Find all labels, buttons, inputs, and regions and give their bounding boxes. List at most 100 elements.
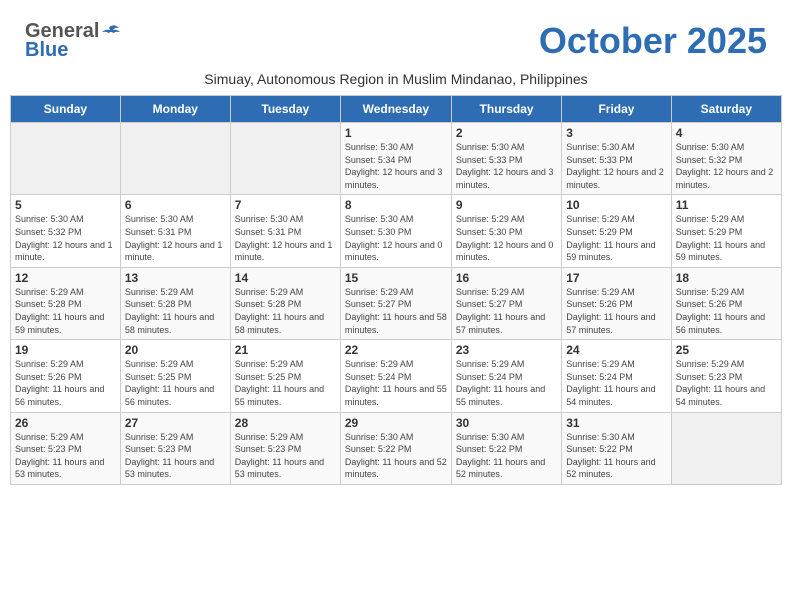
day-number: 30 [456,416,557,430]
calendar-cell: 24Sunrise: 5:29 AM Sunset: 5:24 PM Dayli… [562,340,671,412]
day-info: Sunrise: 5:29 AM Sunset: 5:24 PM Dayligh… [345,358,447,408]
calendar-cell: 23Sunrise: 5:29 AM Sunset: 5:24 PM Dayli… [451,340,561,412]
day-info: Sunrise: 5:29 AM Sunset: 5:23 PM Dayligh… [125,431,226,481]
calendar-cell: 18Sunrise: 5:29 AM Sunset: 5:26 PM Dayli… [671,267,781,339]
calendar-cell: 6Sunrise: 5:30 AM Sunset: 5:31 PM Daylig… [120,195,230,267]
day-info: Sunrise: 5:29 AM Sunset: 5:23 PM Dayligh… [676,358,777,408]
day-number: 1 [345,126,447,140]
day-info: Sunrise: 5:29 AM Sunset: 5:30 PM Dayligh… [456,213,557,263]
day-info: Sunrise: 5:29 AM Sunset: 5:28 PM Dayligh… [235,286,336,336]
calendar-cell: 20Sunrise: 5:29 AM Sunset: 5:25 PM Dayli… [120,340,230,412]
calendar-cell: 22Sunrise: 5:29 AM Sunset: 5:24 PM Dayli… [340,340,451,412]
day-number: 13 [125,271,226,285]
day-number: 21 [235,343,336,357]
calendar-cell: 5Sunrise: 5:30 AM Sunset: 5:32 PM Daylig… [11,195,121,267]
calendar-week-row: 1Sunrise: 5:30 AM Sunset: 5:34 PM Daylig… [11,123,782,195]
calendar-cell: 25Sunrise: 5:29 AM Sunset: 5:23 PM Dayli… [671,340,781,412]
day-info: Sunrise: 5:30 AM Sunset: 5:30 PM Dayligh… [345,213,447,263]
day-number: 23 [456,343,557,357]
calendar-cell: 12Sunrise: 5:29 AM Sunset: 5:28 PM Dayli… [11,267,121,339]
calendar-cell: 26Sunrise: 5:29 AM Sunset: 5:23 PM Dayli… [11,412,121,484]
calendar-cell: 27Sunrise: 5:29 AM Sunset: 5:23 PM Dayli… [120,412,230,484]
calendar-week-row: 12Sunrise: 5:29 AM Sunset: 5:28 PM Dayli… [11,267,782,339]
day-info: Sunrise: 5:29 AM Sunset: 5:28 PM Dayligh… [15,286,116,336]
day-number: 8 [345,198,447,212]
day-number: 28 [235,416,336,430]
weekday-header-thursday: Thursday [451,96,561,123]
calendar-cell: 19Sunrise: 5:29 AM Sunset: 5:26 PM Dayli… [11,340,121,412]
day-number: 2 [456,126,557,140]
day-number: 7 [235,198,336,212]
day-info: Sunrise: 5:29 AM Sunset: 5:26 PM Dayligh… [566,286,666,336]
day-number: 26 [15,416,116,430]
calendar-cell: 7Sunrise: 5:30 AM Sunset: 5:31 PM Daylig… [230,195,340,267]
weekday-header-friday: Friday [562,96,671,123]
day-info: Sunrise: 5:30 AM Sunset: 5:33 PM Dayligh… [456,141,557,191]
day-number: 18 [676,271,777,285]
day-info: Sunrise: 5:29 AM Sunset: 5:24 PM Dayligh… [566,358,666,408]
calendar-cell: 4Sunrise: 5:30 AM Sunset: 5:32 PM Daylig… [671,123,781,195]
day-info: Sunrise: 5:29 AM Sunset: 5:27 PM Dayligh… [345,286,447,336]
calendar-week-row: 19Sunrise: 5:29 AM Sunset: 5:26 PM Dayli… [11,340,782,412]
day-number: 20 [125,343,226,357]
logo-bird-icon [101,24,121,40]
calendar-cell [230,123,340,195]
day-info: Sunrise: 5:29 AM Sunset: 5:23 PM Dayligh… [235,431,336,481]
day-info: Sunrise: 5:30 AM Sunset: 5:31 PM Dayligh… [235,213,336,263]
day-info: Sunrise: 5:29 AM Sunset: 5:29 PM Dayligh… [676,213,777,263]
calendar-cell: 8Sunrise: 5:30 AM Sunset: 5:30 PM Daylig… [340,195,451,267]
day-number: 5 [15,198,116,212]
calendar-cell: 31Sunrise: 5:30 AM Sunset: 5:22 PM Dayli… [562,412,671,484]
day-number: 16 [456,271,557,285]
day-number: 29 [345,416,447,430]
day-number: 9 [456,198,557,212]
calendar-cell [671,412,781,484]
calendar-cell: 15Sunrise: 5:29 AM Sunset: 5:27 PM Dayli… [340,267,451,339]
day-number: 19 [15,343,116,357]
day-number: 4 [676,126,777,140]
day-info: Sunrise: 5:30 AM Sunset: 5:34 PM Dayligh… [345,141,447,191]
day-number: 27 [125,416,226,430]
day-info: Sunrise: 5:29 AM Sunset: 5:25 PM Dayligh… [125,358,226,408]
calendar-cell: 16Sunrise: 5:29 AM Sunset: 5:27 PM Dayli… [451,267,561,339]
day-number: 25 [676,343,777,357]
day-info: Sunrise: 5:30 AM Sunset: 5:32 PM Dayligh… [15,213,116,263]
calendar-cell: 30Sunrise: 5:30 AM Sunset: 5:22 PM Dayli… [451,412,561,484]
calendar-cell: 28Sunrise: 5:29 AM Sunset: 5:23 PM Dayli… [230,412,340,484]
month-title: October 2025 [539,20,767,62]
calendar-cell: 17Sunrise: 5:29 AM Sunset: 5:26 PM Dayli… [562,267,671,339]
day-number: 22 [345,343,447,357]
day-info: Sunrise: 5:29 AM Sunset: 5:29 PM Dayligh… [566,213,666,263]
day-number: 17 [566,271,666,285]
weekday-header-sunday: Sunday [11,96,121,123]
day-number: 24 [566,343,666,357]
calendar-table: SundayMondayTuesdayWednesdayThursdayFrid… [10,95,782,485]
day-info: Sunrise: 5:30 AM Sunset: 5:32 PM Dayligh… [676,141,777,191]
day-number: 11 [676,198,777,212]
day-number: 15 [345,271,447,285]
day-number: 10 [566,198,666,212]
day-info: Sunrise: 5:29 AM Sunset: 5:28 PM Dayligh… [125,286,226,336]
day-info: Sunrise: 5:29 AM Sunset: 5:26 PM Dayligh… [676,286,777,336]
calendar-cell: 3Sunrise: 5:30 AM Sunset: 5:33 PM Daylig… [562,123,671,195]
weekday-header-saturday: Saturday [671,96,781,123]
day-info: Sunrise: 5:30 AM Sunset: 5:22 PM Dayligh… [566,431,666,481]
weekday-header-wednesday: Wednesday [340,96,451,123]
page-header: General Blue October 2025 [10,10,782,67]
calendar-cell: 9Sunrise: 5:29 AM Sunset: 5:30 PM Daylig… [451,195,561,267]
weekday-header-row: SundayMondayTuesdayWednesdayThursdayFrid… [11,96,782,123]
calendar-cell: 1Sunrise: 5:30 AM Sunset: 5:34 PM Daylig… [340,123,451,195]
calendar-cell: 29Sunrise: 5:30 AM Sunset: 5:22 PM Dayli… [340,412,451,484]
weekday-header-tuesday: Tuesday [230,96,340,123]
subtitle: Simuay, Autonomous Region in Muslim Mind… [10,71,782,87]
calendar-week-row: 26 Sunrise: 5:29 AM Sunset: 5:23 PM Dayli… [11,412,782,484]
day-number: 6 [125,198,226,212]
day-info: Sunrise: 5:29 AM Sunset: 5:24 PM Dayligh… [456,358,557,408]
weekday-header-monday: Monday [120,96,230,123]
calendar-cell: 10Sunrise: 5:29 AM Sunset: 5:29 PM Dayli… [562,195,671,267]
day-info: Sunrise: 5:29 AM Sunset: 5:25 PM Dayligh… [235,358,336,408]
day-info: Sunrise: 5:30 AM Sunset: 5:22 PM Dayligh… [345,431,447,481]
day-info: Sunrise: 5:30 AM Sunset: 5:31 PM Dayligh… [125,213,226,263]
day-number: 12 [15,271,116,285]
day-number: 31 [566,416,666,430]
